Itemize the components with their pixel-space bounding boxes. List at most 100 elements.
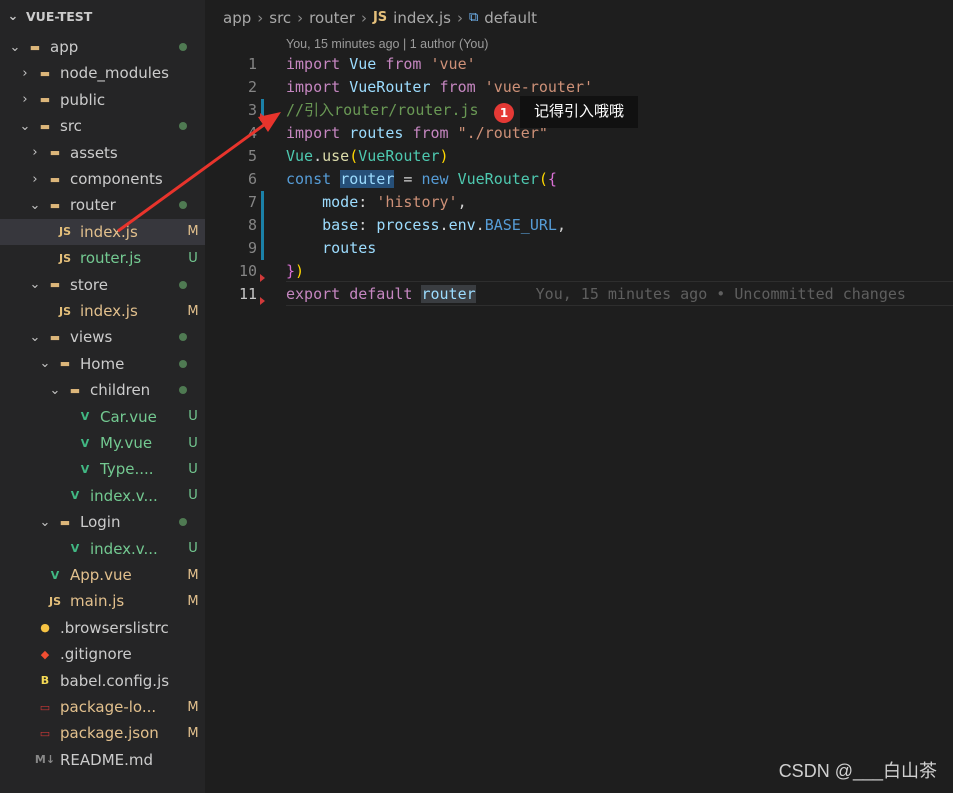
breadcrumb-separator: › — [257, 9, 264, 27]
breadcrumb-app[interactable]: app — [223, 0, 251, 36]
watermark: CSDN @___白山茶 — [778, 761, 937, 781]
breadcrumb-src[interactable]: src — [269, 0, 291, 36]
annotation-number-badge: 1 — [494, 103, 514, 123]
line-number: 1 — [247, 55, 257, 73]
explorer-item[interactable]: JS router.js U — [0, 245, 205, 271]
babel-icon: B — [40, 674, 50, 688]
npm-icon: ▭ — [39, 726, 51, 740]
code-line-11: export default router You, 15 minutes ago… — [286, 285, 906, 303]
explorer-item-label: app — [50, 38, 79, 56]
folder-icon: ▬ — [49, 330, 61, 344]
explorer-item[interactable]: › ▬ assets — [0, 140, 205, 166]
explorer-item[interactable]: V Type.... U — [0, 456, 205, 482]
explorer-item[interactable]: ⌄ ▬ Home — [0, 351, 205, 377]
explorer-item[interactable]: V Car.vue U — [0, 404, 205, 430]
explorer-item[interactable]: › ▬ node_modules — [0, 60, 205, 86]
explorer-item[interactable]: ▭ package.json M — [0, 720, 205, 746]
codelens-author[interactable]: You, 15 minutes ago | 1 author (You) — [286, 37, 488, 51]
explorer-item[interactable]: ⌄ ▬ router — [0, 192, 205, 218]
explorer-item-label: src — [60, 117, 82, 136]
line-number: 5 — [247, 147, 257, 165]
explorer-item-label: components — [70, 170, 163, 188]
git-status-badge: U — [188, 409, 198, 425]
explorer-item-label: index.js — [80, 222, 138, 241]
chevron-down-icon: ⌄ — [39, 514, 51, 530]
gutter-modified-marker — [261, 191, 264, 260]
line-number: 6 — [247, 170, 257, 188]
explorer-root-title: VUE-TEST — [26, 9, 93, 24]
chevron-right-icon: › — [22, 92, 28, 108]
explorer-item-label: Type.... — [100, 460, 154, 479]
explorer-item[interactable]: M↓ README.md — [0, 747, 205, 773]
markdown-icon: M↓ — [34, 753, 56, 767]
code-line-7: mode: 'history', — [286, 193, 467, 211]
explorer-item[interactable]: ⌄ ▬ app — [0, 34, 205, 60]
code-line-1: import Vue from 'vue' — [286, 55, 476, 73]
git-status-badge: M — [187, 224, 199, 240]
gutter-deleted-marker — [260, 113, 265, 121]
npm-icon: ▭ — [39, 700, 51, 714]
folder-icon: ▬ — [39, 119, 51, 133]
chevron-down-icon: ⌄ — [29, 329, 41, 345]
explorer-item-label: node_modules — [60, 64, 169, 83]
chevron-down-icon: ⌄ — [29, 277, 41, 293]
explorer-item[interactable]: ⌄ ▬ views — [0, 324, 205, 350]
chevron-down-icon: ⌄ — [19, 118, 31, 134]
breadcrumb: app › src › router › JS index.js › ⧉ def… — [205, 0, 953, 36]
explorer-item[interactable]: › ▬ components — [0, 166, 205, 192]
breadcrumb-symbol[interactable]: default — [484, 0, 537, 36]
chevron-right-icon: › — [32, 171, 38, 187]
explorer-item[interactable]: ● .browserslistrc — [0, 615, 205, 641]
js-file-icon: JS — [48, 594, 61, 608]
gutter-deleted-marker — [260, 274, 265, 282]
explorer-item[interactable]: Bbabel.config.js — [0, 668, 205, 694]
explorer-item-label: public — [60, 90, 106, 109]
explorer-item-label: main.js — [70, 592, 125, 611]
explorer-item[interactable]: ⌄ ▬ Login — [0, 509, 205, 535]
git-changes-dot — [179, 201, 187, 210]
line-number: 4 — [247, 124, 257, 142]
explorer-item[interactable]: ▭ package-lo... M — [0, 694, 205, 720]
explorer-item[interactable]: ⌄ ▬ src — [0, 113, 205, 139]
js-file-icon: JS — [58, 304, 71, 318]
editor-pane: app › src › router › JS index.js › ⧉ def… — [205, 0, 953, 793]
explorer-item[interactable]: ◆ .gitignore — [0, 641, 205, 667]
vue-file-icon: V — [70, 542, 80, 556]
explorer-item-label: router.js — [80, 249, 142, 268]
explorer-item[interactable]: V App.vue M — [0, 562, 205, 588]
breadcrumb-separator: › — [456, 9, 463, 27]
explorer-item[interactable]: JS index.js M — [0, 298, 205, 324]
explorer-item-label: README.md — [60, 750, 154, 769]
explorer-item[interactable]: JS index.js M — [0, 218, 205, 245]
git-status-badge: M — [187, 699, 199, 715]
breadcrumb-file[interactable]: index.js — [393, 0, 451, 36]
git-status-badge: U — [188, 435, 198, 451]
folder-icon: ▬ — [49, 278, 61, 292]
code-line-3-comment: //引入router/router.js — [286, 101, 479, 119]
breadcrumb-router[interactable]: router — [309, 0, 355, 36]
explorer-item[interactable]: V My.vue U — [0, 430, 205, 456]
explorer-item[interactable]: JS main.js M — [0, 588, 205, 614]
code-line-5: Vue.use(VueRouter) — [286, 147, 449, 165]
folder-icon: ▬ — [39, 66, 51, 80]
explorer-item-label: package.json — [60, 724, 159, 743]
explorer-item-label: Car.vue — [100, 407, 157, 426]
explorer-item[interactable]: ⌄ ▬ children — [0, 377, 205, 403]
git-changes-dot — [179, 386, 187, 395]
chevron-right-icon: › — [22, 65, 28, 81]
explorer-root-header[interactable]: ⌄ VUE-TEST — [0, 0, 205, 34]
folder-icon: ▬ — [69, 383, 81, 397]
explorer-item-label: .browserslistrc — [60, 618, 169, 637]
explorer-item[interactable]: › ▬ public — [0, 87, 205, 113]
git-changes-dot — [179, 518, 187, 527]
vue-file-icon: V — [80, 462, 90, 476]
explorer-item[interactable]: ⌄ ▬ store — [0, 272, 205, 298]
git-changes-dot — [179, 359, 187, 368]
explorer-item[interactable]: Vindex.v... U — [0, 536, 205, 562]
git-status-badge: U — [188, 461, 198, 477]
explorer-item-label: App.vue — [70, 566, 132, 584]
folder-icon: ▬ — [59, 515, 71, 529]
explorer-item[interactable]: Vindex.v... U — [0, 483, 205, 509]
line-number: 9 — [247, 239, 257, 257]
gutter-deleted-marker — [260, 297, 265, 305]
